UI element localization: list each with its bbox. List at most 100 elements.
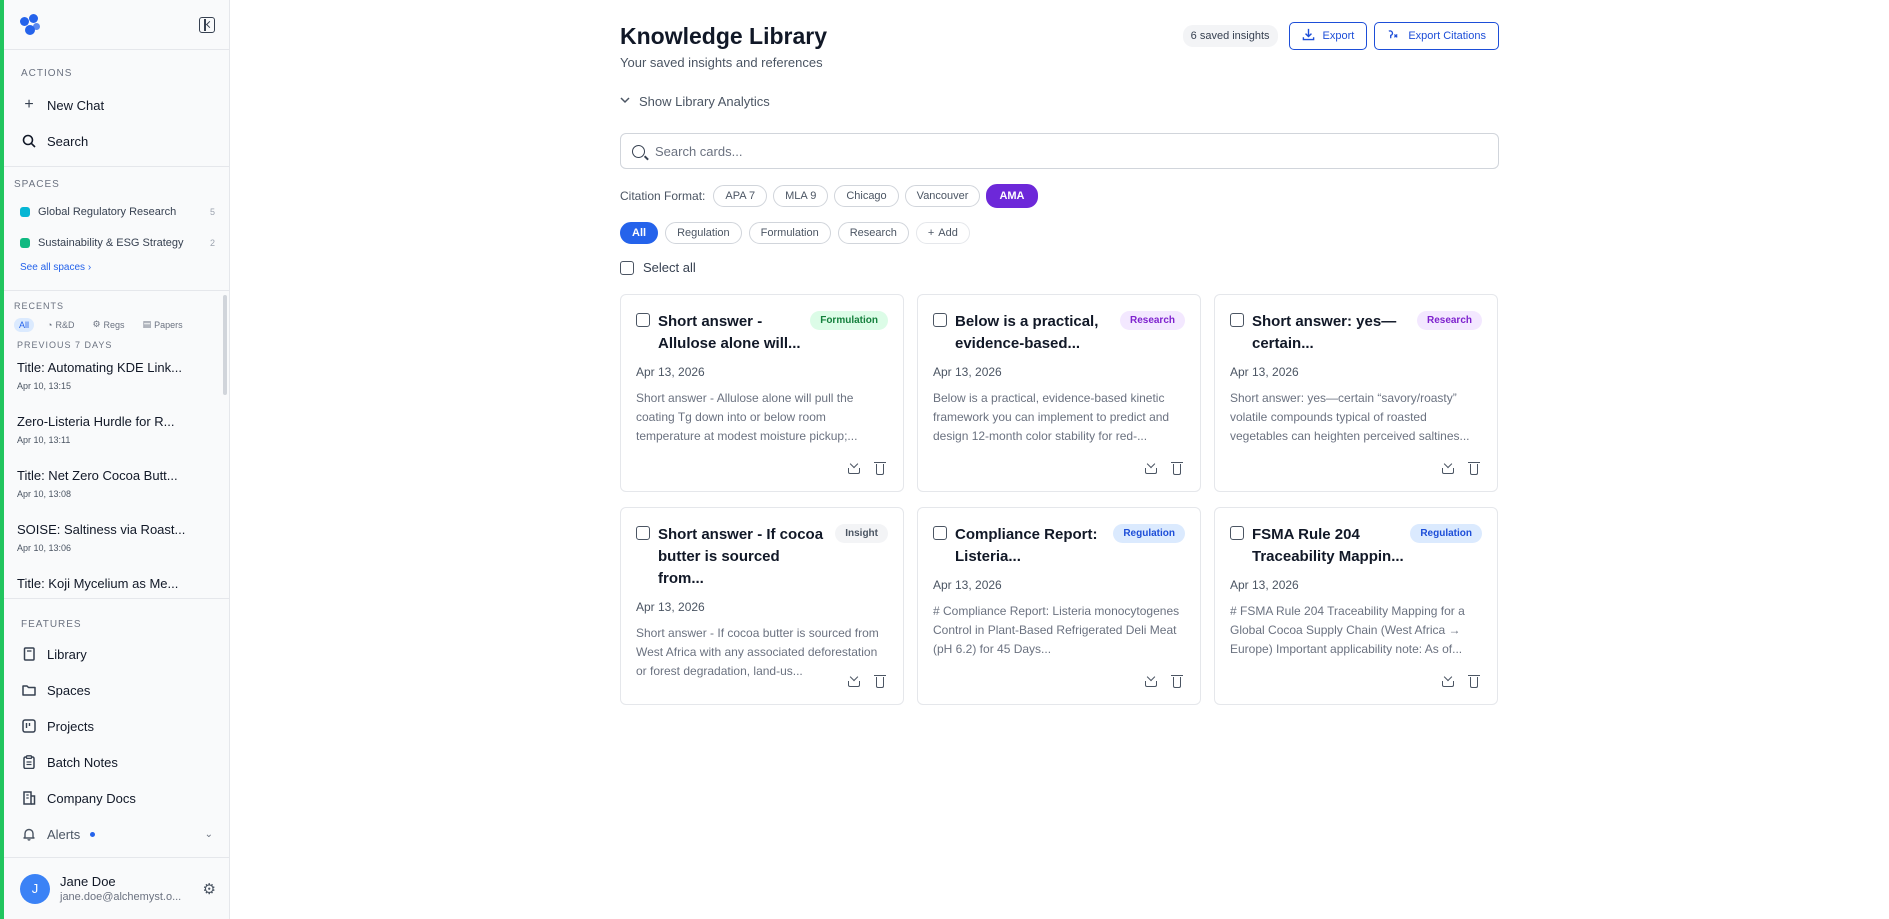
- recent-item[interactable]: Title: Koji Mycelium as Me...: [4, 566, 229, 598]
- insight-card[interactable]: Short answer - Allulose alone will... Fo…: [620, 294, 904, 492]
- tag-filter-research[interactable]: Research: [837, 222, 909, 244]
- sidebar-item-company-docs[interactable]: Company Docs: [4, 780, 229, 816]
- export-label: Export: [1322, 30, 1355, 42]
- citation-format-apa[interactable]: APA 7: [713, 185, 768, 207]
- insight-card[interactable]: Compliance Report: Listeria... Regulatio…: [917, 507, 1201, 705]
- select-all[interactable]: Select all: [620, 260, 696, 275]
- insight-card[interactable]: Short answer - If cocoa butter is source…: [620, 507, 904, 705]
- recent-filter-papers[interactable]: ▤ Papers: [138, 317, 188, 332]
- recent-item[interactable]: Zero-Listeria Hurdle for R... Apr 10, 13…: [4, 404, 229, 458]
- sidebar-item-batch-notes[interactable]: Batch Notes: [4, 744, 229, 780]
- see-all-spaces-link[interactable]: See all spaces ›: [4, 262, 229, 273]
- card-title: Compliance Report: Listeria...: [955, 526, 1098, 565]
- new-chat-button[interactable]: + New Chat: [4, 87, 229, 123]
- insight-card[interactable]: Short answer: yes—certain... Research Ap…: [1214, 294, 1498, 492]
- collapse-sidebar-icon[interactable]: [199, 16, 215, 33]
- export-citations-button[interactable]: Export Citations: [1374, 22, 1499, 50]
- trash-icon[interactable]: [1467, 461, 1481, 475]
- download-icon[interactable]: [1441, 461, 1455, 475]
- space-item[interactable]: Sustainability & ESG Strategy 2: [4, 227, 229, 258]
- chevron-down-icon[interactable]: ⌄: [205, 829, 213, 840]
- sidebar-item-alerts[interactable]: Alerts ⌄: [4, 816, 229, 852]
- card-checkbox[interactable]: [933, 526, 947, 540]
- recent-filter-label: R&D: [55, 319, 75, 330]
- citation-format-selector: Citation Format: APA 7 MLA 9 Chicago Van…: [620, 184, 1038, 208]
- features-label: FEATURES: [21, 619, 82, 630]
- folder-icon: [21, 682, 37, 698]
- gear-icon[interactable]: ⚙: [203, 880, 216, 898]
- recent-filter-all[interactable]: All: [14, 317, 35, 332]
- recent-time: Apr 10, 13:08: [17, 489, 72, 499]
- recents-label: RECENTS: [14, 301, 65, 311]
- trash-icon[interactable]: [1170, 461, 1184, 475]
- app-logo-icon[interactable]: [20, 13, 42, 36]
- card-checkbox[interactable]: [1230, 313, 1244, 327]
- tag-filter-regulation[interactable]: Regulation: [665, 222, 742, 244]
- recent-item[interactable]: Title: Automating KDE Link... Apr 10, 13…: [4, 350, 229, 404]
- space-name: Global Regulatory Research: [38, 205, 177, 218]
- download-icon[interactable]: [847, 674, 861, 688]
- card-checkbox[interactable]: [636, 526, 650, 540]
- trash-icon[interactable]: [1467, 674, 1481, 688]
- add-tag-button[interactable]: + Add: [915, 222, 970, 244]
- recent-title: Title: Automating KDE Link...: [17, 360, 182, 375]
- card-checkbox[interactable]: [933, 313, 947, 327]
- export-button[interactable]: Export: [1288, 22, 1368, 50]
- insight-card[interactable]: Below is a practical, evidence-based... …: [917, 294, 1201, 492]
- recent-item[interactable]: Title: Net Zero Cocoa Butt... Apr 10, 13…: [4, 458, 229, 512]
- space-item[interactable]: Global Regulatory Research 5: [4, 196, 229, 227]
- sidebar-item-library[interactable]: Library: [4, 636, 229, 672]
- spaces-section: SPACES Global Regulatory Research 5 Sust…: [4, 167, 229, 291]
- download-icon[interactable]: [847, 461, 861, 475]
- citation-format-mla[interactable]: MLA 9: [773, 185, 829, 207]
- trash-icon[interactable]: [1170, 674, 1184, 688]
- sidebar-item-projects[interactable]: Projects: [4, 708, 229, 744]
- insight-card[interactable]: FSMA Rule 204 Traceability Mappin... Reg…: [1214, 507, 1498, 705]
- trash-icon[interactable]: [873, 461, 887, 475]
- search-cards-box: [620, 133, 1499, 169]
- citation-format-vancouver[interactable]: Vancouver: [904, 185, 981, 207]
- sidebar-item-label: Spaces: [47, 682, 91, 698]
- recent-title: Zero-Listeria Hurdle for R...: [17, 414, 175, 429]
- actions-label: ACTIONS: [21, 68, 73, 79]
- card-checkbox[interactable]: [636, 313, 650, 327]
- card-excerpt: Below is a practical, evidence-based kin…: [933, 391, 1170, 443]
- download-icon[interactable]: [1144, 674, 1158, 688]
- download-icon[interactable]: [1144, 461, 1158, 475]
- sidebar-header: [4, 0, 229, 50]
- download-icon[interactable]: [1441, 674, 1455, 688]
- card-excerpt: Short answer - If cocoa butter is source…: [636, 626, 879, 678]
- tag-filter-formulation[interactable]: Formulation: [748, 222, 831, 244]
- select-all-checkbox[interactable]: [620, 260, 634, 275]
- card-title: FSMA Rule 204 Traceability Mappin...: [1252, 526, 1404, 565]
- card-title: Short answer - If cocoa butter is source…: [658, 526, 824, 587]
- recent-filter-label: Papers: [154, 319, 183, 330]
- citation-format-chicago[interactable]: Chicago: [834, 185, 899, 207]
- search-button[interactable]: Search: [4, 123, 229, 159]
- search-cards-input[interactable]: [655, 143, 1498, 159]
- card-date: Apr 13, 2026: [933, 365, 1002, 379]
- cards-grid: Short answer - Allulose alone will... Fo…: [620, 294, 1499, 705]
- recent-title: Title: Koji Mycelium as Me...: [17, 576, 179, 591]
- recents-scrollbar[interactable]: [223, 295, 227, 395]
- card-date: Apr 13, 2026: [636, 365, 705, 379]
- recent-time: Apr 10, 13:15: [17, 381, 72, 391]
- add-tag-label: Add: [938, 227, 958, 239]
- user-profile[interactable]: J Jane Doe jane.doe@alchemyst.o... ⚙: [4, 857, 230, 919]
- space-count: 2: [209, 237, 215, 248]
- recent-filter-rnd[interactable]: ◔ R&D: [42, 318, 79, 332]
- show-analytics-toggle[interactable]: Show Library Analytics: [620, 94, 770, 109]
- recent-item[interactable]: SOISE: Saltiness via Roast... Apr 10, 13…: [4, 512, 229, 566]
- trash-icon[interactable]: [873, 674, 887, 688]
- alerts-unread-dot: [90, 831, 96, 837]
- citation-format-ama[interactable]: AMA: [986, 184, 1038, 208]
- card-date: Apr 13, 2026: [1230, 578, 1299, 592]
- recent-filter-regs[interactable]: ⚙ Regs: [87, 317, 129, 332]
- clipboard-icon: [21, 754, 37, 770]
- sidebar-item-spaces[interactable]: Spaces: [4, 672, 229, 708]
- user-info: Jane Doe jane.doe@alchemyst.o...: [60, 874, 181, 903]
- card-checkbox[interactable]: [1230, 526, 1244, 540]
- chevron-down-icon: [620, 96, 630, 107]
- header-actions: 6 saved insights Export Export Citations: [1182, 22, 1499, 50]
- tag-filter-all[interactable]: All: [620, 222, 659, 244]
